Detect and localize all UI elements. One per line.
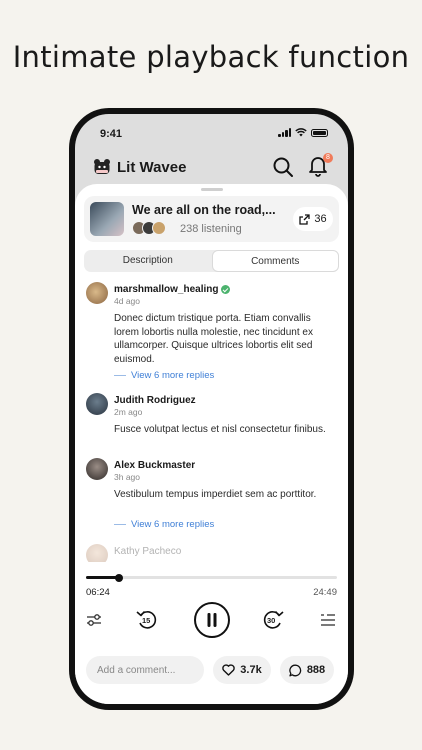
- share-count: 36: [314, 213, 327, 225]
- wifi-icon: [295, 128, 307, 137]
- episode-title: We are all on the road,...: [132, 203, 276, 217]
- avatar: [152, 221, 166, 235]
- comment-author[interactable]: Alex Buckmaster: [114, 460, 195, 471]
- status-time: 9:41: [100, 128, 123, 140]
- playback-controls: 15 30: [75, 602, 348, 642]
- app-name: Lit Wavee: [117, 159, 187, 176]
- like-count: 3.7k: [240, 664, 262, 676]
- comment-text: Fusce volutpat lectus et nisl consectetu…: [114, 424, 326, 435]
- phone-screen: 9:41 Lit Wavee 8 We are all on the road,…: [75, 114, 348, 704]
- comment-bar: 3.7k 888: [75, 656, 348, 684]
- notifications-button[interactable]: 8: [308, 153, 333, 177]
- playback-progress-bar[interactable]: [86, 573, 337, 582]
- comment-item: marshmallow_healing 4d ago Donec dictum …: [86, 282, 338, 382]
- avatar[interactable]: [86, 458, 108, 480]
- signal-icon: [278, 128, 291, 137]
- verified-icon: [221, 285, 231, 294]
- comment-time: 4d ago: [114, 296, 140, 306]
- heart-icon: [222, 664, 236, 676]
- page-headline: Intimate playback function: [12, 40, 410, 74]
- pause-button[interactable]: [193, 602, 230, 638]
- status-icons: [278, 128, 328, 137]
- comments-list[interactable]: marshmallow_healing 4d ago Donec dictum …: [75, 282, 348, 562]
- comment-time: 2m ago: [114, 407, 143, 417]
- comment-author[interactable]: marshmallow_healing: [114, 284, 218, 295]
- avatar[interactable]: [86, 393, 108, 415]
- episode-cover-image: [90, 202, 124, 236]
- view-replies-link[interactable]: View 6 more replies: [114, 519, 214, 530]
- avatar[interactable]: [86, 282, 108, 304]
- skip-back-button[interactable]: 15: [135, 607, 159, 631]
- comment-time: 3h ago: [114, 472, 140, 482]
- progress-handle[interactable]: [114, 573, 123, 582]
- comment-item: Alex Buckmaster 3h ago Vestibulum tempus…: [86, 458, 338, 538]
- sheet-drag-handle[interactable]: [200, 188, 223, 191]
- battery-icon: [311, 128, 328, 137]
- comment-count: 888: [306, 664, 326, 676]
- comment-input[interactable]: [86, 656, 204, 684]
- pause-icon: [207, 613, 216, 627]
- skip-back-seconds: 15: [142, 616, 151, 625]
- app-logo-icon: [94, 159, 110, 174]
- app-header: Lit Wavee 8: [87, 153, 333, 182]
- listener-avatars: [132, 221, 166, 235]
- comment-item: Judith Rodriguez 2m ago Fusce volutpat l…: [86, 393, 338, 453]
- queue-list-icon[interactable]: [320, 613, 336, 627]
- elapsed-time: 06:24: [86, 587, 110, 598]
- total-time: 24:49: [313, 587, 337, 598]
- comment-item: Kathy Pacheco: [86, 544, 338, 562]
- comment-text: Vestibulum tempus imperdiet sem ac portt…: [114, 489, 317, 500]
- share-button[interactable]: 36: [293, 207, 333, 231]
- skip-forward-button[interactable]: 30: [261, 607, 285, 631]
- player-sheet: We are all on the road,... 238 listening…: [75, 184, 348, 704]
- avatar[interactable]: [86, 544, 108, 562]
- chat-bubble-icon: [289, 664, 301, 676]
- tab-comments[interactable]: Comments: [211, 250, 339, 272]
- equalizer-settings-icon[interactable]: [86, 613, 102, 627]
- comment-author[interactable]: Kathy Pacheco: [114, 546, 181, 557]
- status-bar: 9:41: [75, 126, 348, 142]
- listener-count: 238 listening: [180, 223, 242, 235]
- like-button[interactable]: 3.7k: [213, 656, 271, 684]
- view-replies-link[interactable]: View 6 more replies: [114, 370, 214, 381]
- comment-text: Donec dictum tristique porta. Etiam conv…: [114, 313, 313, 365]
- comment-author[interactable]: Judith Rodriguez: [114, 395, 196, 406]
- search-icon[interactable]: [272, 156, 294, 178]
- now-playing-card[interactable]: We are all on the road,... 238 listening…: [84, 196, 339, 242]
- skip-forward-seconds: 30: [267, 616, 276, 625]
- progress-fill: [86, 576, 119, 579]
- tab-description[interactable]: Description: [84, 250, 212, 272]
- share-icon: [299, 213, 311, 225]
- phone-frame: 9:41 Lit Wavee 8 We are all on the road,…: [69, 108, 354, 710]
- tab-bar: Description Comments: [84, 250, 339, 272]
- notification-badge: 8: [323, 153, 333, 163]
- comments-count-button[interactable]: 888: [280, 656, 334, 684]
